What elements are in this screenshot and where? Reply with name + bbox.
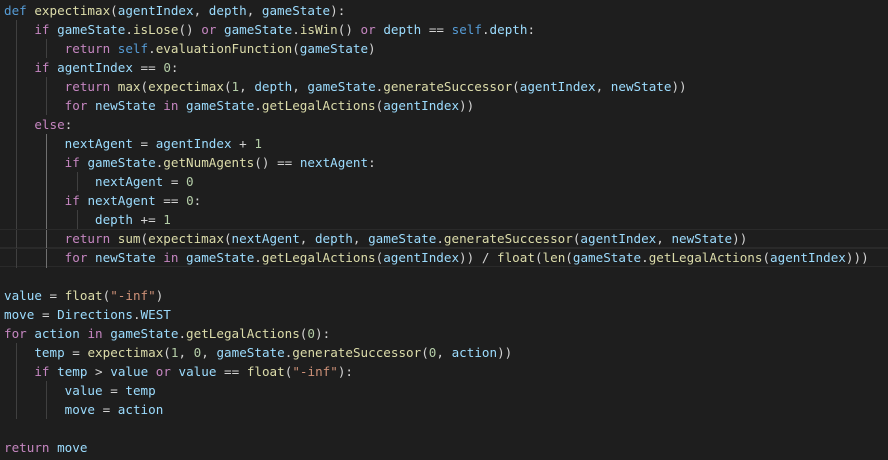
code-text: move = action <box>64 402 164 417</box>
code-text: nextAgent = 0 <box>95 174 194 189</box>
code-line[interactable]: for action in gameState.getLegalActions(… <box>0 324 888 343</box>
code-line[interactable]: return max(expectimax(1, depth, gameStat… <box>0 77 888 96</box>
code-line[interactable]: return sum(expectimax(nextAgent, depth, … <box>0 229 888 249</box>
code-line[interactable]: if agentIndex == 0: <box>0 58 888 77</box>
code-line[interactable] <box>0 267 888 286</box>
code-text: if nextAgent == 0: <box>64 193 202 208</box>
code-line[interactable]: nextAgent = 0 <box>0 172 888 191</box>
code-line[interactable]: for newState in gameState.getLegalAction… <box>0 248 888 268</box>
code-line[interactable]: move = action <box>0 400 888 419</box>
code-line[interactable]: value = temp <box>0 381 888 400</box>
code-text: for action in gameState.getLegalActions(… <box>4 326 331 341</box>
code-line[interactable]: return self.evaluationFunction(gameState… <box>0 39 888 58</box>
code-line[interactable]: def expectimax(agentIndex, depth, gameSt… <box>0 1 888 20</box>
code-text: return move <box>4 440 88 455</box>
code-text: return max(expectimax(1, depth, gameStat… <box>64 79 687 94</box>
code-text: if gameState.isLose() or gameState.isWin… <box>34 22 536 37</box>
code-editor[interactable]: def expectimax(agentIndex, depth, gameSt… <box>0 0 888 460</box>
code-text: move = Directions.WEST <box>4 307 171 322</box>
code-text: else: <box>34 117 73 132</box>
code-line[interactable]: if temp > value or value == float("-inf"… <box>0 362 888 381</box>
code-line[interactable]: temp = expectimax(1, 0, gameState.genera… <box>0 343 888 362</box>
code-line[interactable]: if gameState.getNumAgents() == nextAgent… <box>0 153 888 172</box>
code-text: value = temp <box>64 383 156 398</box>
code-text: for newState in gameState.getLegalAction… <box>64 250 869 265</box>
code-text: return sum(expectimax(nextAgent, depth, … <box>64 231 748 246</box>
code-line[interactable]: depth += 1 <box>0 210 888 229</box>
code-text: def expectimax(agentIndex, depth, gameSt… <box>4 3 346 18</box>
code-line[interactable]: for newState in gameState.getLegalAction… <box>0 96 888 115</box>
code-line[interactable]: return move <box>0 438 888 457</box>
code-line[interactable] <box>0 419 888 438</box>
code-text: value = float("-inf") <box>4 288 164 303</box>
code-line[interactable]: value = float("-inf") <box>0 286 888 305</box>
code-text: if agentIndex == 0: <box>34 60 179 75</box>
code-line[interactable]: move = Directions.WEST <box>0 305 888 324</box>
code-line[interactable]: nextAgent = agentIndex + 1 <box>0 134 888 153</box>
code-text: for newState in gameState.getLegalAction… <box>64 98 475 113</box>
code-line[interactable]: else: <box>0 115 888 134</box>
code-line[interactable]: if gameState.isLose() or gameState.isWin… <box>0 20 888 39</box>
code-text: depth += 1 <box>95 212 171 227</box>
code-line[interactable]: if nextAgent == 0: <box>0 191 888 210</box>
code-text: if temp > value or value == float("-inf"… <box>34 364 354 379</box>
code-text: nextAgent = agentIndex + 1 <box>64 136 262 151</box>
code-text: return self.evaluationFunction(gameState… <box>64 41 376 56</box>
code-text: temp = expectimax(1, 0, gameState.genera… <box>34 345 513 360</box>
code-text: if gameState.getNumAgents() == nextAgent… <box>64 155 376 170</box>
